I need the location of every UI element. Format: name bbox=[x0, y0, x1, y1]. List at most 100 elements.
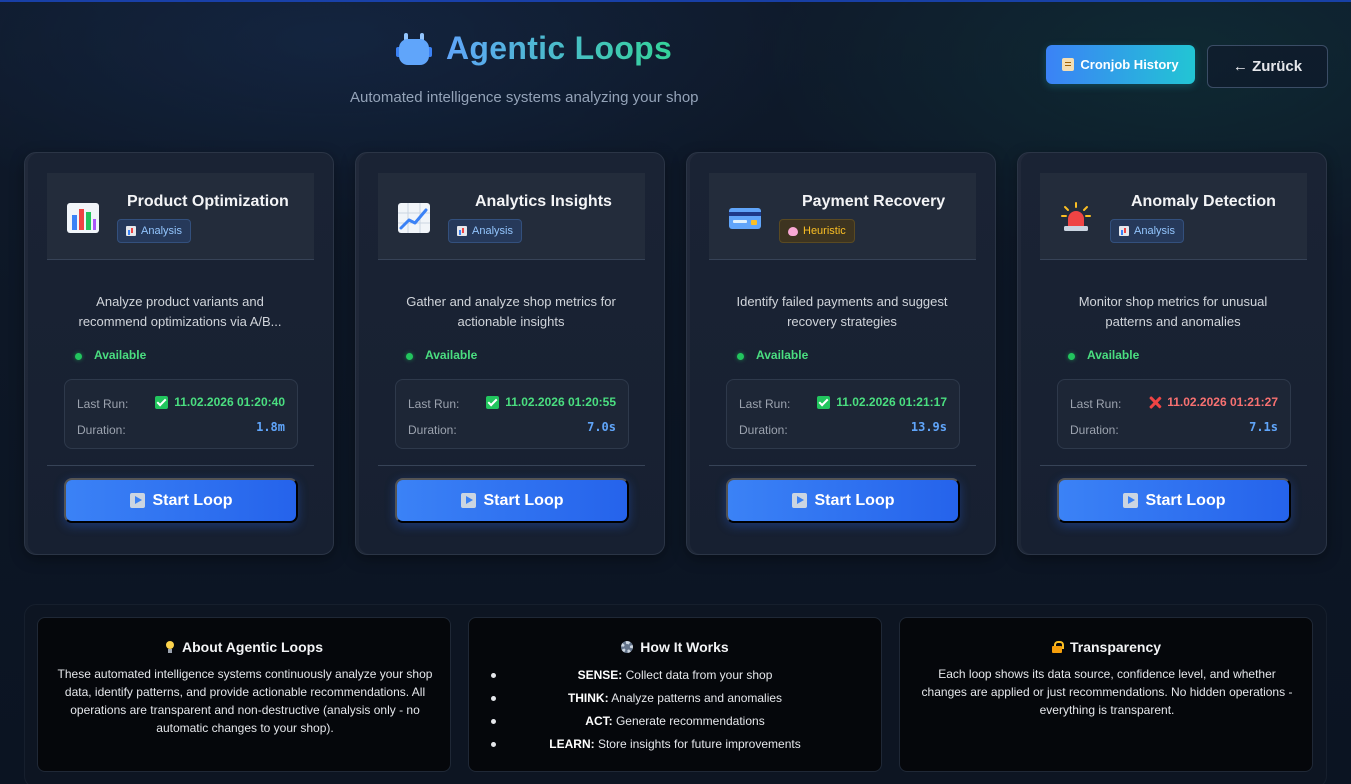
run-info-box: Last Run: Duration: 11.02.2026 01:20:55 … bbox=[395, 379, 629, 449]
page-header: Agentic Loops Automated intelligence sys… bbox=[0, 0, 1351, 140]
loop-card-product-optimization: Product Optimization Analysis Analyze pr… bbox=[24, 152, 334, 555]
badge-label: Analysis bbox=[141, 225, 182, 237]
last-run-value: 11.02.2026 01:21:17 bbox=[817, 395, 947, 409]
loop-title: Payment Recovery bbox=[802, 193, 946, 210]
status-label: Available bbox=[94, 348, 147, 362]
transparency-card: Transparency Each loop shows its data so… bbox=[899, 617, 1313, 772]
gear-icon bbox=[621, 641, 634, 653]
list-term: LEARN: bbox=[549, 737, 595, 751]
status-dot-icon bbox=[75, 352, 82, 360]
last-run-label: Last Run: bbox=[77, 397, 129, 411]
loop-description: Identify failed payments and suggest rec… bbox=[736, 294, 948, 329]
play-icon bbox=[791, 493, 807, 508]
trend-chart-icon bbox=[398, 203, 430, 233]
last-run-timestamp: 11.02.2026 01:21:17 bbox=[836, 395, 947, 409]
back-button-label: ← Zurück bbox=[1232, 58, 1303, 75]
loop-title: Product Optimization bbox=[127, 193, 289, 210]
loop-status: Available bbox=[737, 348, 808, 362]
list-text: Collect data from your shop bbox=[622, 668, 773, 682]
duration-label: Duration: bbox=[77, 423, 126, 437]
siren-icon bbox=[1061, 202, 1091, 231]
chart-icon bbox=[457, 226, 467, 236]
how-list: SENSE: Collect data from your shop THINK… bbox=[469, 664, 881, 756]
how-title: How It Works bbox=[469, 639, 881, 655]
status-label: Available bbox=[756, 348, 809, 362]
list-term: ACT: bbox=[585, 714, 613, 728]
divider bbox=[709, 465, 976, 466]
check-icon bbox=[817, 395, 831, 409]
badge-label: Analysis bbox=[1134, 225, 1175, 237]
page-subtitle: Automated intelligence systems analyzing… bbox=[350, 89, 699, 106]
back-button[interactable]: ← Zurück bbox=[1207, 45, 1328, 88]
last-run-timestamp: 11.02.2026 01:20:55 bbox=[505, 395, 616, 409]
duration-label: Duration: bbox=[408, 423, 457, 437]
loop-card-payment-recovery: Payment Recovery Heuristic Identify fail… bbox=[686, 152, 996, 555]
duration-label: Duration: bbox=[1070, 423, 1119, 437]
list-text: Store insights for future improvements bbox=[594, 737, 801, 751]
scroll-icon bbox=[1062, 58, 1075, 71]
chart-icon bbox=[126, 226, 136, 236]
list-text: Analyze patterns and anomalies bbox=[608, 691, 783, 705]
start-loop-label: Start Loop bbox=[814, 491, 895, 509]
loop-card-analytics-insights: Analytics Insights Analysis Gather and a… bbox=[355, 152, 665, 555]
loop-type-badge: Heuristic bbox=[779, 219, 855, 243]
cronjob-history-label: Cronjob History bbox=[1080, 57, 1179, 72]
duration-value: 7.0s bbox=[587, 420, 616, 434]
lock-icon bbox=[1051, 641, 1064, 653]
play-icon bbox=[1122, 493, 1138, 508]
list-term: THINK: bbox=[567, 691, 609, 705]
run-info-box: Last Run: Duration: 11.02.2026 01:20:40 … bbox=[64, 379, 298, 449]
page-title: Agentic Loops bbox=[446, 30, 673, 66]
lightbulb-icon bbox=[165, 641, 175, 653]
last-run-label: Last Run: bbox=[1070, 397, 1122, 411]
status-label: Available bbox=[1087, 348, 1140, 362]
divider bbox=[378, 465, 645, 466]
brain-icon bbox=[788, 226, 798, 236]
loop-description: Analyze product variants and recommend o… bbox=[78, 294, 282, 329]
list-item: SENSE: Collect data from your shop bbox=[469, 664, 881, 687]
list-item: LEARN: Store insights for future improve… bbox=[469, 733, 881, 756]
start-loop-label: Start Loop bbox=[483, 491, 564, 509]
cronjob-history-button[interactable]: Cronjob History bbox=[1046, 45, 1195, 84]
duration-value: 13.9s bbox=[910, 420, 947, 434]
how-title-text: How It Works bbox=[640, 639, 729, 655]
loop-card-header: Payment Recovery Heuristic bbox=[709, 173, 976, 260]
last-run-label: Last Run: bbox=[408, 397, 460, 411]
loop-card-header: Anomaly Detection Analysis bbox=[1040, 173, 1307, 260]
start-loop-button[interactable]: Start Loop bbox=[726, 478, 960, 523]
last-run-value: 11.02.2026 01:20:40 bbox=[155, 395, 285, 409]
duration-value: 7.1s bbox=[1249, 420, 1278, 434]
list-item: THINK: Analyze patterns and anomalies bbox=[469, 687, 881, 710]
duration-label: Duration: bbox=[739, 423, 788, 437]
list-text: Generate recommendations bbox=[612, 714, 765, 728]
how-it-works-card: How It Works SENSE: Collect data from yo… bbox=[468, 617, 882, 772]
play-icon bbox=[460, 493, 476, 508]
start-loop-button[interactable]: Start Loop bbox=[395, 478, 629, 523]
start-loop-label: Start Loop bbox=[152, 491, 233, 509]
loop-card-header: Product Optimization Analysis bbox=[47, 173, 314, 260]
about-title-text: About Agentic Loops bbox=[181, 639, 324, 655]
start-loop-button[interactable]: Start Loop bbox=[64, 478, 298, 523]
chart-icon bbox=[1119, 226, 1129, 236]
credit-card-icon bbox=[729, 208, 761, 229]
start-loop-button[interactable]: Start Loop bbox=[1057, 478, 1291, 523]
last-run-value: 11.02.2026 01:20:55 bbox=[486, 395, 616, 409]
loop-status: Available bbox=[75, 348, 146, 362]
last-run-timestamp: 11.02.2026 01:21:27 bbox=[1167, 395, 1278, 409]
last-run-label: Last Run: bbox=[739, 397, 791, 411]
list-item: ACT: Generate recommendations bbox=[469, 710, 881, 733]
loop-type-badge: Analysis bbox=[448, 219, 522, 243]
loop-card-anomaly-detection: Anomaly Detection Analysis Monitor shop … bbox=[1017, 152, 1327, 555]
loop-type-badge: Analysis bbox=[117, 219, 191, 243]
status-label: Available bbox=[425, 348, 478, 362]
title-group: Agentic Loops bbox=[396, 30, 672, 67]
divider bbox=[47, 465, 314, 466]
last-run-timestamp: 11.02.2026 01:20:40 bbox=[174, 395, 285, 409]
status-dot-icon bbox=[406, 352, 413, 360]
duration-value: 1.8m bbox=[256, 420, 285, 434]
run-info-box: Last Run: Duration: 11.02.2026 01:21:17 … bbox=[726, 379, 960, 449]
loop-status: Available bbox=[406, 348, 477, 362]
check-icon bbox=[486, 395, 500, 409]
loop-description: Monitor shop metrics for unusual pattern… bbox=[1078, 294, 1268, 329]
last-run-value: 11.02.2026 01:21:27 bbox=[1148, 395, 1278, 409]
